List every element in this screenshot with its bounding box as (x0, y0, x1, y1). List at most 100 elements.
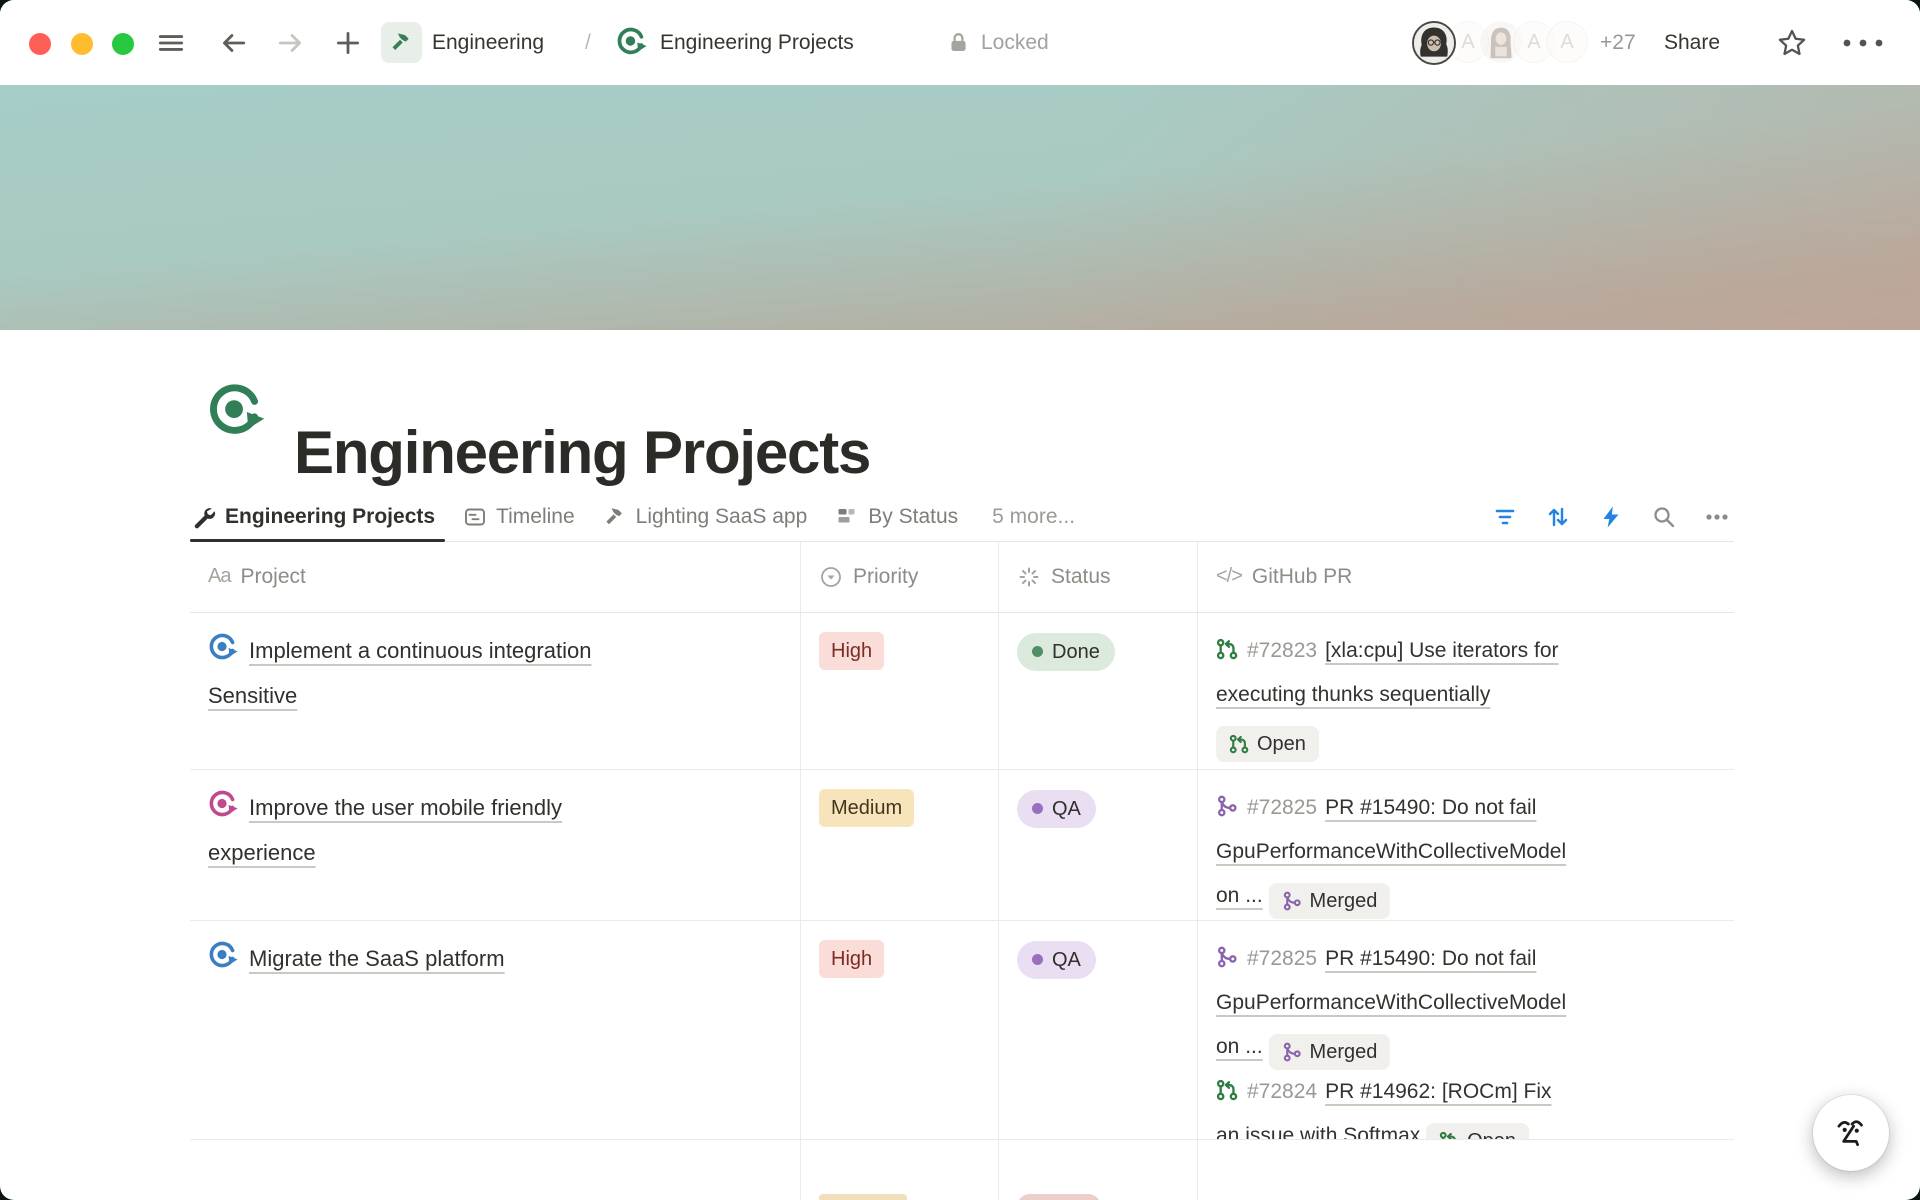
new-page-icon[interactable] (333, 28, 363, 58)
view-more-icon[interactable] (1704, 504, 1730, 530)
column-header-github-pr[interactable]: </> GitHub PR (1197, 541, 1734, 612)
pr-number: #72825 (1247, 796, 1317, 819)
hammer-icon (603, 505, 627, 529)
favorite-star-icon[interactable] (1776, 27, 1808, 59)
table-header-row: Aa Project Priority Status </> (190, 541, 1734, 613)
column-label: Status (1051, 565, 1111, 589)
avatar-overflow-count[interactable]: +27 (1600, 0, 1636, 85)
priority-badge: High (819, 632, 884, 670)
status-dot (1032, 803, 1043, 814)
filter-icon[interactable] (1492, 504, 1518, 530)
project-cell[interactable]: Improve the user mobile friendly experie… (190, 770, 800, 920)
pr-state-pill[interactable]: Open (1426, 1123, 1529, 1139)
select-type-icon (819, 565, 843, 589)
lock-icon (947, 31, 970, 54)
tab-label: 5 more... (992, 505, 1075, 529)
notion-ai-button[interactable] (1813, 1095, 1889, 1171)
pull-request-icon (1229, 734, 1249, 754)
pr-state-pill[interactable]: Merged (1269, 883, 1391, 919)
status-cell[interactable]: QA (998, 921, 1197, 1139)
locked-status-label[interactable]: Locked (981, 0, 1049, 85)
project-cell[interactable]: Implement a continuous integration Sensi… (190, 613, 800, 769)
tab-timeline[interactable]: Timeline (449, 492, 589, 541)
column-header-priority[interactable]: Priority (800, 541, 998, 612)
database-view-tabs: Engineering Projects Timeline Lighting S… (190, 492, 1734, 542)
github-pr-cell[interactable] (1197, 1140, 1734, 1200)
github-pr-cell[interactable]: #72825PR #15490: Do not fail GpuPerforma… (1197, 770, 1734, 920)
priority-cell[interactable]: Medium (800, 770, 998, 920)
github-pr-cell[interactable]: #72825PR #15490: Do not fail GpuPerforma… (1197, 921, 1734, 1139)
tab-by-status[interactable]: By Status (821, 492, 972, 541)
priority-cell[interactable]: High (800, 921, 998, 1139)
sort-icon[interactable] (1545, 504, 1571, 530)
workspace-hammer-icon[interactable] (381, 22, 422, 63)
clipped-status-pill (1017, 1194, 1101, 1200)
back-icon[interactable] (218, 28, 248, 58)
project-title-link[interactable]: Improve the user mobile friendly experie… (208, 795, 562, 865)
sidebar-menu-icon[interactable] (156, 28, 186, 58)
pull-request-icon (1216, 1079, 1238, 1101)
tab-lighting-saas-app[interactable]: Lighting SaaS app (589, 492, 822, 541)
pr-state-label: Merged (1310, 891, 1378, 911)
project-cycle-icon (208, 941, 238, 971)
avatar[interactable] (1412, 21, 1456, 65)
avatar[interactable]: A (1546, 21, 1588, 63)
priority-cell[interactable]: High (800, 613, 998, 769)
window-titlebar: Engineering / Engineering Projects Locke… (0, 0, 1920, 85)
minimize-window-button[interactable] (71, 33, 93, 55)
status-dot (1032, 954, 1043, 965)
priority-cell[interactable] (800, 1140, 998, 1200)
project-cycle-icon (208, 633, 238, 663)
automation-zap-icon[interactable] (1598, 504, 1624, 530)
project-cell[interactable] (190, 1140, 800, 1200)
table-row: Migrate the SaaS platform High QA #72825… (190, 921, 1734, 1140)
table-row-clipped (190, 1140, 1734, 1200)
priority-badge: Medium (819, 789, 914, 827)
zoom-window-button[interactable] (112, 33, 134, 55)
status-cell[interactable]: QA (998, 770, 1197, 920)
github-pr-cell[interactable]: #72823[xla:cpu] Use iterators for execut… (1197, 613, 1734, 769)
tab-label: Lighting SaaS app (636, 505, 808, 529)
column-header-project[interactable]: Aa Project (190, 541, 800, 612)
tab-label: Timeline (496, 505, 575, 529)
pr-state-label: Open (1467, 1131, 1516, 1139)
timeline-icon (463, 505, 487, 529)
pr-state-pill[interactable]: Merged (1269, 1034, 1391, 1070)
column-label: Project (240, 565, 305, 589)
page-title[interactable]: Engineering Projects (294, 418, 870, 487)
status-label: Done (1052, 642, 1100, 662)
notion-window: Engineering / Engineering Projects Locke… (0, 0, 1920, 1200)
status-pill: QA (1017, 790, 1096, 828)
pr-state-pill[interactable]: Open (1216, 726, 1319, 762)
pr-state-label: Merged (1310, 1042, 1378, 1062)
breadcrumb-parent[interactable]: Engineering (432, 0, 544, 85)
merge-icon (1282, 891, 1302, 911)
pull-request-icon (1439, 1131, 1459, 1139)
more-options-icon[interactable] (1840, 36, 1886, 50)
pull-request-icon (1216, 638, 1238, 660)
forward-icon[interactable] (276, 28, 306, 58)
project-cell[interactable]: Migrate the SaaS platform (190, 921, 800, 1139)
share-button[interactable]: Share (1664, 0, 1720, 85)
table-row: Implement a continuous integration Sensi… (190, 613, 1734, 770)
close-window-button[interactable] (29, 33, 51, 55)
page-cycle-icon[interactable] (207, 383, 265, 441)
column-label: GitHub PR (1252, 565, 1352, 589)
collaborator-avatars[interactable]: A A A (1412, 21, 1588, 65)
tab-engineering-projects[interactable]: Engineering Projects (190, 492, 449, 541)
status-label: QA (1052, 799, 1081, 819)
wrench-icon (192, 505, 216, 529)
search-icon[interactable] (1651, 504, 1677, 530)
tab-more-views[interactable]: 5 more... (978, 492, 1089, 541)
pr-number: #72823 (1247, 639, 1317, 662)
merge-icon (1216, 946, 1238, 968)
breadcrumb-current[interactable]: Engineering Projects (660, 0, 854, 85)
column-header-status[interactable]: Status (998, 541, 1197, 612)
status-pill: QA (1017, 941, 1096, 979)
page-cover-image[interactable] (0, 85, 1920, 330)
project-title-link[interactable]: Implement a continuous integration Sensi… (208, 638, 591, 708)
status-cell[interactable] (998, 1140, 1197, 1200)
project-title-link[interactable]: Migrate the SaaS platform (249, 946, 505, 971)
board-icon (835, 505, 859, 529)
status-cell[interactable]: Done (998, 613, 1197, 769)
